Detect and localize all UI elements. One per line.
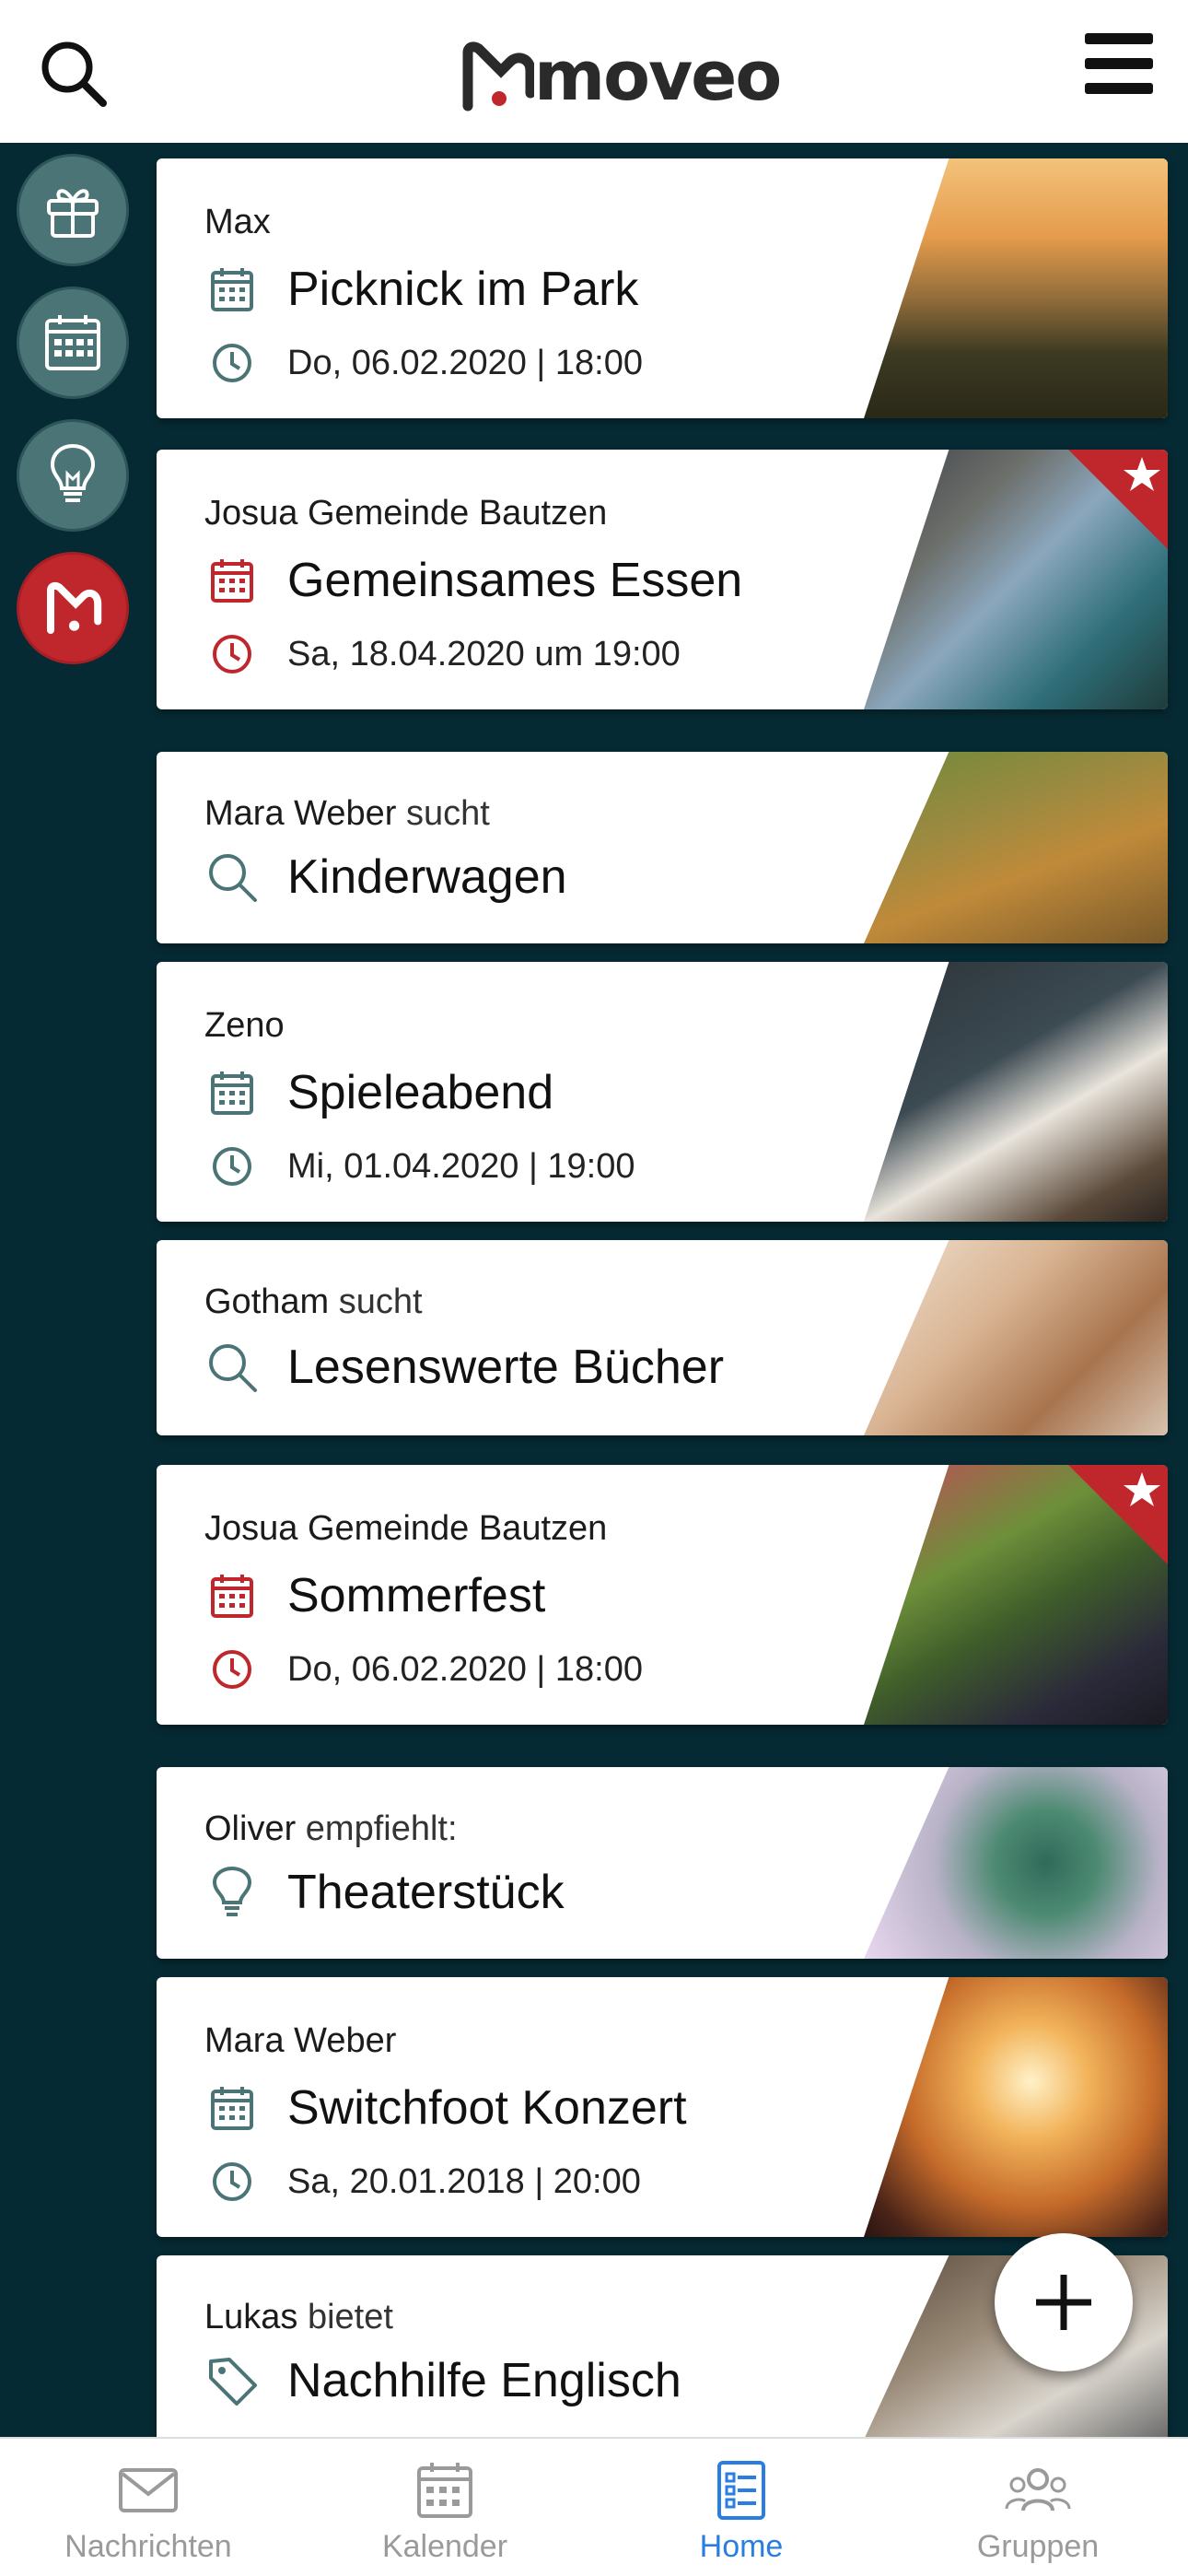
card-image — [864, 752, 1168, 943]
card-date: Sa, 20.01.2018 | 20:00 — [287, 2161, 641, 2201]
card-author: Oliver empfiehlt: — [204, 1809, 458, 1848]
search-icon — [209, 1344, 257, 1392]
calendar-rail-button[interactable] — [17, 287, 129, 399]
clock-icon — [213, 1650, 251, 1689]
calendar-icon — [45, 315, 100, 370]
moveo-logo-icon — [47, 581, 102, 634]
calendar-icon — [211, 1575, 253, 1618]
tab-label: Home — [699, 2529, 784, 2564]
card-date-row: Sa, 18.04.2020 um 19:00 — [204, 626, 681, 682]
hamburger-menu-icon[interactable] — [1085, 33, 1153, 94]
card-image — [864, 1240, 1168, 1435]
mail-icon — [119, 2468, 178, 2512]
card-title-row: Gemeinsames Essen — [204, 553, 742, 608]
groups-icon — [1005, 2468, 1071, 2512]
app-header: moveo — [0, 0, 1188, 143]
calendar-icon — [211, 2087, 253, 2130]
clock-icon — [213, 1147, 251, 1186]
card-title-row: Lesenswerte Bücher — [204, 1340, 724, 1395]
idea-rail-button[interactable] — [17, 419, 129, 532]
card-date: Mi, 01.04.2020 | 19:00 — [287, 1146, 635, 1186]
logo-text: moveo — [534, 37, 782, 116]
card-author: Mara Weber — [204, 2021, 397, 2060]
feed-card[interactable]: Mara Weber Switchfoot Konzert Sa, 20.01.… — [157, 1977, 1168, 2237]
feed-card[interactable]: Josua Gemeinde Bautzen Gemeinsames Essen… — [157, 450, 1168, 709]
card-title: Kinderwagen — [287, 850, 567, 904]
tab-home[interactable]: Home — [593, 2439, 890, 2576]
app-logo: moveo — [460, 35, 782, 118]
category-rail — [0, 143, 147, 2437]
lightbulb-icon — [50, 443, 96, 502]
card-title-row: Theaterstück — [204, 1865, 565, 1920]
tab-gruppen[interactable]: Gruppen — [890, 2439, 1186, 2576]
clock-icon — [213, 344, 251, 382]
search-icon — [209, 854, 257, 902]
card-author: Zeno — [204, 1006, 285, 1045]
feed-card[interactable]: Josua Gemeinde Bautzen Sommerfest Do, 06… — [157, 1465, 1168, 1725]
tab-label: Nachrichten — [64, 2529, 232, 2564]
moveo-rail-button[interactable] — [17, 552, 129, 664]
card-title-row: Kinderwagen — [204, 849, 567, 905]
card-author: Max — [204, 203, 271, 241]
card-title: Nachhilfe Englisch — [287, 2354, 681, 2407]
list-icon — [717, 2461, 765, 2520]
highlight-star-icon — [1068, 450, 1168, 549]
card-image — [864, 1977, 1168, 2237]
card-author: Lukas bietet — [204, 2298, 393, 2336]
card-image — [864, 158, 1168, 418]
card-date: Do, 06.02.2020 | 18:00 — [287, 1649, 643, 1689]
card-author: Mara Weber sucht — [204, 794, 490, 833]
moveo-logo-icon — [462, 41, 534, 111]
gift-icon — [47, 189, 99, 238]
card-date: Do, 06.02.2020 | 18:00 — [287, 343, 643, 382]
card-author: Josua Gemeinde Bautzen — [204, 1509, 608, 1548]
card-title-row: Sommerfest — [204, 1568, 545, 1623]
tab-kalender[interactable]: Kalender — [297, 2439, 593, 2576]
card-title-row: Nachhilfe Englisch — [204, 2353, 681, 2408]
feed-card[interactable]: Gotham sucht Lesenswerte Bücher — [157, 1240, 1168, 1435]
card-author: Gotham sucht — [204, 1282, 423, 1321]
lightbulb-icon — [212, 1866, 252, 1916]
tab-label: Gruppen — [976, 2529, 1100, 2564]
card-title: Switchfoot Konzert — [287, 2081, 687, 2135]
calendar-icon — [211, 268, 253, 311]
bottom-navigation: Nachrichten Kalender Home Gruppen — [0, 2437, 1188, 2576]
calendar-icon — [211, 559, 253, 603]
card-image — [864, 1767, 1168, 1959]
card-title-row: Switchfoot Konzert — [204, 2080, 687, 2136]
card-title: Spieleabend — [287, 1066, 554, 1119]
tag-icon — [209, 2358, 257, 2406]
card-date-row: Mi, 01.04.2020 | 19:00 — [204, 1139, 635, 1194]
card-title: Gemeinsames Essen — [287, 554, 743, 607]
card-date-row: Do, 06.02.2020 | 18:00 — [204, 1642, 643, 1697]
add-button[interactable] — [995, 2233, 1133, 2371]
highlight-star-icon — [1068, 1465, 1168, 1564]
card-title: Picknick im Park — [287, 263, 639, 316]
card-date-row: Sa, 20.01.2018 | 20:00 — [204, 2154, 641, 2209]
card-date-row: Do, 06.02.2020 | 18:00 — [204, 335, 643, 391]
feed-card[interactable]: Mara Weber sucht Kinderwagen — [157, 752, 1168, 943]
card-author: Josua Gemeinde Bautzen — [204, 494, 608, 533]
calendar-icon — [211, 1071, 253, 1115]
card-title: Lesenswerte Bücher — [287, 1341, 725, 1394]
card-title-row: Spieleabend — [204, 1065, 553, 1120]
card-title: Sommerfest — [287, 1569, 546, 1622]
clock-icon — [213, 635, 251, 673]
feed-card[interactable]: Oliver empfiehlt: Theaterstück — [157, 1767, 1168, 1959]
feed-card[interactable]: Zeno Spieleabend Mi, 01.04.2020 | 19:00 — [157, 962, 1168, 1222]
feed-card[interactable]: Max Picknick im Park Do, 06.02.2020 | 18… — [157, 158, 1168, 418]
calendar-icon — [417, 2463, 472, 2518]
tab-nachrichten[interactable]: Nachrichten — [0, 2439, 297, 2576]
plus-icon — [1036, 2275, 1091, 2330]
card-image — [864, 962, 1168, 1222]
search-icon[interactable] — [37, 37, 111, 111]
clock-icon — [213, 2162, 251, 2201]
gift-rail-button[interactable] — [17, 154, 129, 266]
tab-label: Kalender — [381, 2529, 508, 2564]
card-title-row: Picknick im Park — [204, 262, 638, 317]
card-title: Theaterstück — [287, 1866, 565, 1919]
card-date: Sa, 18.04.2020 um 19:00 — [287, 634, 681, 673]
